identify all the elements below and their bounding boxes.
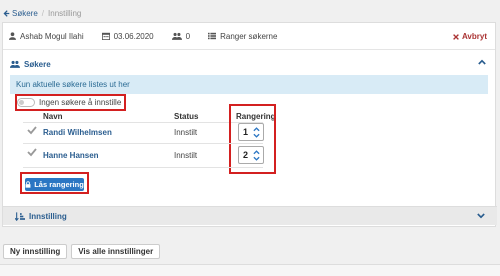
no-applicants-toggle[interactable] [17,98,35,107]
info-alert: Kun aktuelle søkere listes ut her [10,75,488,94]
sokere-panel-header[interactable]: Søkere [10,57,488,71]
show-all-innstillinger-button[interactable]: Vis alle innstillinger [71,244,161,259]
rank-value: 1 [243,127,249,137]
breadcrumb-back-link[interactable]: Søkere [3,9,38,18]
check-icon[interactable] [27,125,37,135]
chevron-up-icon[interactable] [478,59,486,65]
lock-ranking-label: Lås rangering [34,180,84,189]
applicant-name[interactable]: Randi Wilhelmsen [43,128,112,137]
arrow-left-icon [3,9,10,17]
info-count-value: 0 [185,31,191,41]
innstilling-panel-title: Innstilling [29,211,67,221]
list-icon [208,32,217,40]
info-action: Ranger søkerne [208,32,277,41]
sort-icon[interactable] [253,149,260,162]
info-bar: Ashab Mogul Ilahi 03.06.2020 0 Ranger sø… [3,23,495,50]
row-divider [23,143,263,144]
new-innstilling-button[interactable]: Ny innstilling [3,244,68,259]
column-header-name: Navn [43,112,63,121]
users-icon [171,32,182,40]
rank-stepper[interactable]: 2 [238,146,264,164]
chevron-down-icon[interactable] [477,213,485,219]
applicant-status: Innstilt [174,151,198,160]
sort-amount-icon [15,211,25,221]
applicant-status: Innstilt [174,128,198,137]
info-action-label: Ranger søkerne [220,31,278,41]
no-applicants-toggle-label: Ingen søkere å innstille [39,98,122,107]
no-applicants-toggle-row: Ingen søkere å innstille [17,96,121,109]
sokere-panel-title: Søkere [24,59,51,69]
lock-ranking-button[interactable]: Lås rangering [25,178,84,191]
innstilling-panel-header[interactable]: Innstilling [3,206,497,225]
info-date-value: 03.06.2020 [113,31,154,41]
bottom-button-group: Ny innstilling Vis alle innstillinger [3,244,161,259]
table-divider [23,122,263,123]
rank-value: 2 [243,150,249,160]
check-icon[interactable] [27,147,37,157]
users-icon [10,60,20,68]
calendar-icon [101,32,110,40]
sort-icon[interactable] [253,126,260,139]
breadcrumb-current: Innstilling [48,8,82,18]
rank-stepper[interactable]: 1 [238,123,264,141]
info-user-name: Ashab Mogul Ilahi [20,31,84,41]
cancel-label: Avbryt [461,32,487,41]
cancel-button[interactable]: Avbryt [453,32,487,41]
info-user: Ashab Mogul Ilahi [9,32,84,41]
applicant-name[interactable]: Hanne Hansen [43,151,99,160]
breadcrumb-back-label: Søkere [12,8,38,18]
breadcrumb: Søkere / Innstilling [3,7,81,19]
lock-icon [25,181,31,188]
row-divider [23,167,263,168]
user-icon [9,32,16,40]
info-count: 0 [171,31,191,41]
bottom-area [0,264,500,276]
column-header-status: Status [174,112,199,121]
info-date: 03.06.2020 [101,31,154,41]
breadcrumb-separator: / [41,8,45,18]
close-icon [453,33,459,40]
